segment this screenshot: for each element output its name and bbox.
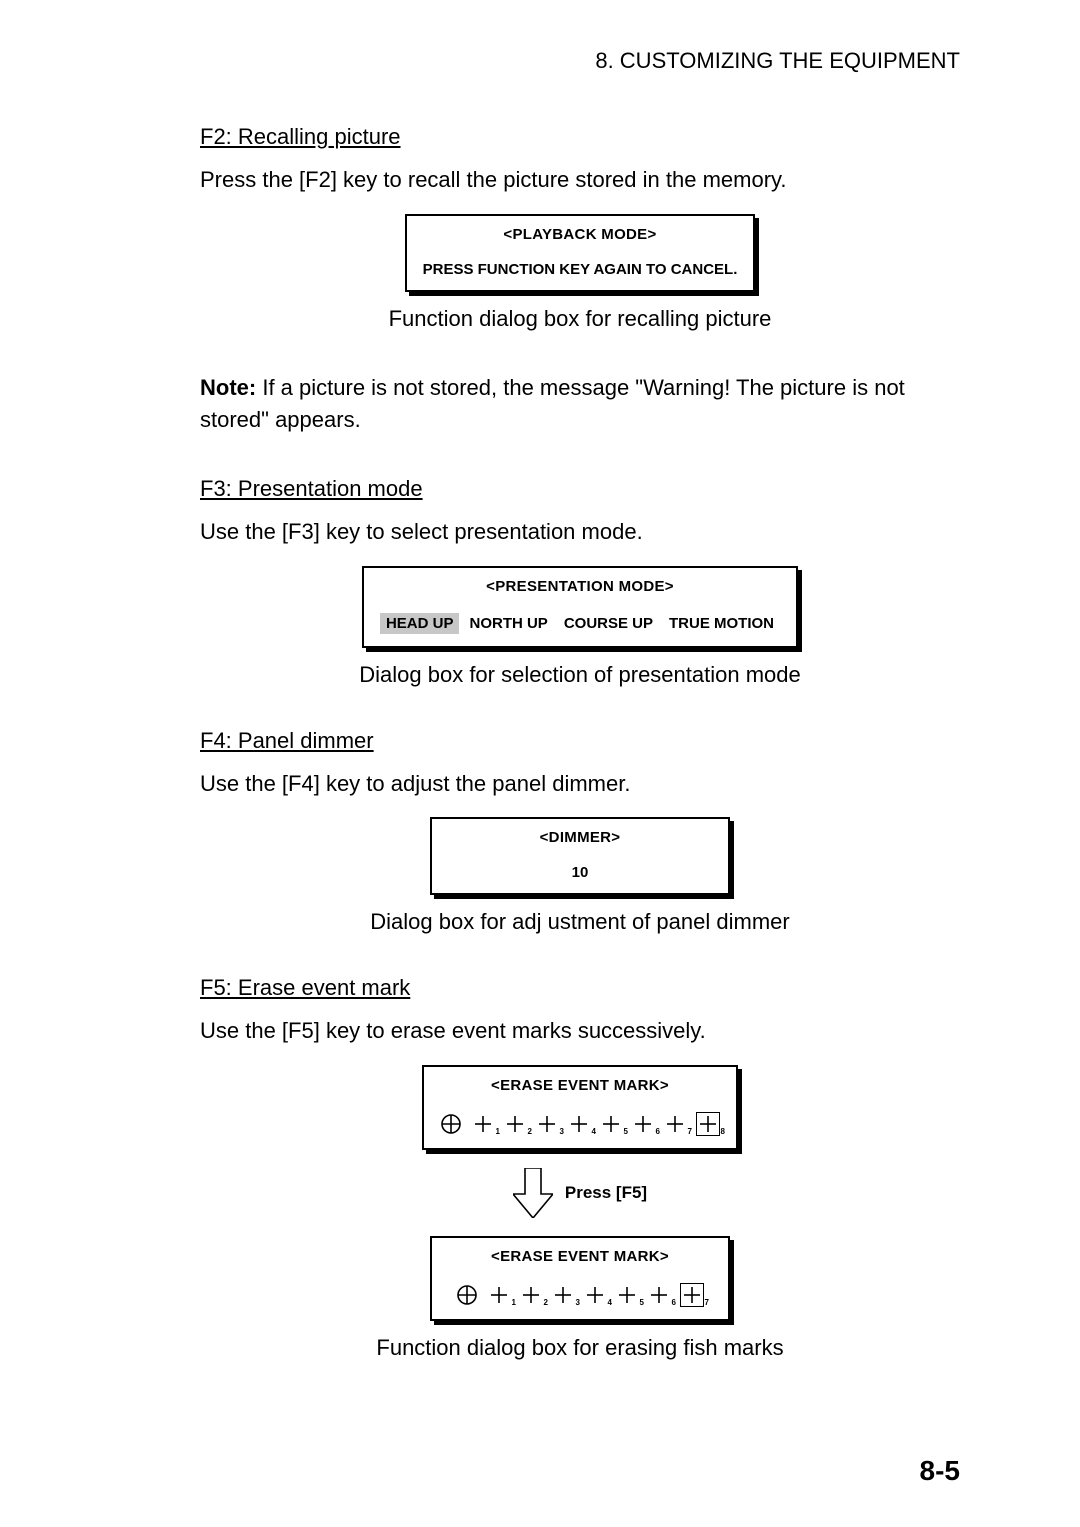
plus-mark-icon: 4	[584, 1284, 606, 1306]
f5-dialog2-title: <ERASE EVENT MARK>	[448, 1248, 712, 1265]
note-body: If a picture is not stored, the message …	[200, 375, 905, 432]
plus-mark-icon: 5	[600, 1113, 622, 1135]
f3-text: Use the [F3] key to select presentation …	[200, 516, 960, 548]
mark-subscript: 3	[560, 1127, 564, 1136]
mark-subscript: 2	[544, 1298, 548, 1307]
f2-title: F2: Recalling picture	[200, 124, 960, 150]
f3-options: HEAD UPNORTH UPCOURSE UPTRUE MOTION	[380, 613, 780, 634]
f5-dialog2: <ERASE EVENT MARK> 1234567	[430, 1236, 730, 1321]
plus-mark-icon: 5	[616, 1284, 638, 1306]
mark-subscript: 2	[528, 1127, 532, 1136]
page-number: 8-5	[920, 1455, 960, 1487]
mark-subscript: 5	[640, 1298, 644, 1307]
plus-mark-icon: 4	[568, 1113, 590, 1135]
f5-title: F5: Erase event mark	[200, 975, 960, 1001]
circle-plus-icon	[440, 1113, 462, 1135]
marks-before-row: 12345678	[440, 1112, 720, 1136]
chapter-header: 8. CUSTOMIZING THE EQUIPMENT	[200, 48, 960, 74]
mark-subscript: 4	[592, 1127, 596, 1136]
plus-mark-icon: 2	[504, 1113, 526, 1135]
plus-mark-icon: 1	[488, 1284, 510, 1306]
mark-subscript: 3	[576, 1298, 580, 1307]
plus-mark-icon: 2	[520, 1284, 542, 1306]
plus-mark-icon: 1	[472, 1113, 494, 1135]
f5-text: Use the [F5] key to erase event marks su…	[200, 1015, 960, 1047]
f5-dialog1: <ERASE EVENT MARK> 12345678	[422, 1065, 738, 1150]
plus-mark-icon: 8	[696, 1112, 720, 1136]
f5-dialog1-title: <ERASE EVENT MARK>	[440, 1077, 720, 1094]
f2-dialog-wrap: <PLAYBACK MODE> PRESS FUNCTION KEY AGAIN…	[200, 214, 960, 292]
f2-note: Note: If a picture is not stored, the me…	[200, 372, 960, 436]
f4-dialog-title: <DIMMER>	[448, 829, 712, 846]
mark-subscript: 4	[608, 1298, 612, 1307]
mark-subscript: 6	[672, 1298, 676, 1307]
f2-caption: Function dialog box for recalling pictur…	[200, 306, 960, 332]
f3-option[interactable]: TRUE MOTION	[663, 613, 780, 634]
plus-mark-icon: 3	[552, 1284, 574, 1306]
f2-dialog-body: PRESS FUNCTION KEY AGAIN TO CANCEL.	[423, 261, 738, 278]
arrow-label: Press [F5]	[565, 1183, 647, 1203]
f4-text: Use the [F4] key to adjust the panel dim…	[200, 768, 960, 800]
marks-after-row: 1234567	[448, 1283, 712, 1307]
plus-mark-icon: 7	[664, 1113, 686, 1135]
plus-mark-icon: 6	[632, 1113, 654, 1135]
mark-subscript: 8	[721, 1127, 725, 1136]
f5-dialog1-wrap: <ERASE EVENT MARK> 12345678	[200, 1065, 960, 1150]
f4-title: F4: Panel dimmer	[200, 728, 960, 754]
f2-dialog-title: <PLAYBACK MODE>	[423, 226, 738, 243]
f3-dialog-wrap: <PRESENTATION MODE> HEAD UPNORTH UPCOURS…	[200, 566, 960, 648]
f3-dialog: <PRESENTATION MODE> HEAD UPNORTH UPCOURS…	[362, 566, 798, 648]
f4-caption: Dialog box for adj ustment of panel dimm…	[200, 909, 960, 935]
f3-option[interactable]: COURSE UP	[558, 613, 659, 634]
mark-subscript: 7	[705, 1298, 709, 1307]
f4-dialog-wrap: <DIMMER> 10	[200, 817, 960, 895]
f3-dialog-title: <PRESENTATION MODE>	[380, 578, 780, 595]
down-arrow-icon	[513, 1168, 553, 1218]
f2-dialog: <PLAYBACK MODE> PRESS FUNCTION KEY AGAIN…	[405, 214, 756, 292]
arrow-block: Press [F5]	[200, 1168, 960, 1218]
plus-mark-icon: 6	[648, 1284, 670, 1306]
f5-caption: Function dialog box for erasing fish mar…	[200, 1335, 960, 1361]
note-label: Note:	[200, 375, 256, 400]
f3-option[interactable]: NORTH UP	[463, 613, 553, 634]
plus-mark-icon: 7	[680, 1283, 704, 1307]
f3-title: F3: Presentation mode	[200, 476, 960, 502]
f3-caption: Dialog box for selection of presentation…	[200, 662, 960, 688]
mark-subscript: 7	[688, 1127, 692, 1136]
circle-plus-icon	[456, 1284, 478, 1306]
mark-subscript: 6	[656, 1127, 660, 1136]
mark-subscript: 1	[512, 1298, 516, 1307]
page: 8. CUSTOMIZING THE EQUIPMENT F2: Recalli…	[0, 0, 1080, 1527]
f5-dialog2-wrap: <ERASE EVENT MARK> 1234567	[200, 1236, 960, 1321]
mark-subscript: 5	[624, 1127, 628, 1136]
f2-text: Press the [F2] key to recall the picture…	[200, 164, 960, 196]
plus-mark-icon: 3	[536, 1113, 558, 1135]
mark-subscript: 1	[496, 1127, 500, 1136]
f4-dialog: <DIMMER> 10	[430, 817, 730, 895]
f3-option[interactable]: HEAD UP	[380, 613, 460, 634]
f4-dialog-value: 10	[448, 864, 712, 881]
